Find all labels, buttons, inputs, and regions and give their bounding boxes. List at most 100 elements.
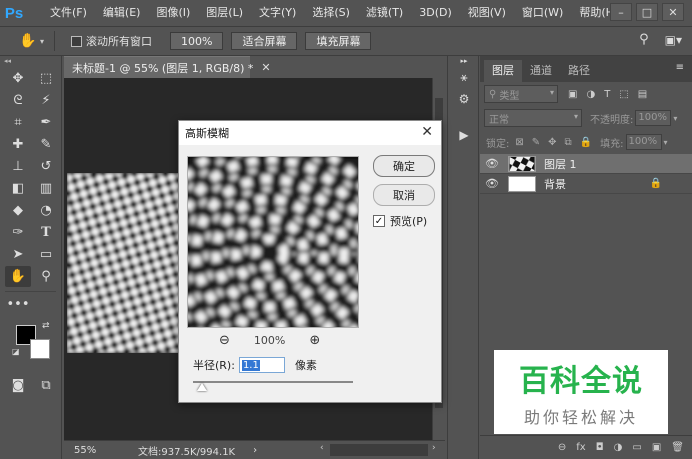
filter-kind-select[interactable]: ⚲ 类型 ▾ bbox=[484, 85, 558, 103]
dodge-tool-icon[interactable]: ◔ bbox=[33, 200, 59, 221]
path-selection-tool-icon[interactable]: ➤ bbox=[5, 244, 31, 265]
swap-colors-icon[interactable]: ⇄ bbox=[42, 321, 50, 331]
tab-channels[interactable]: 通道 bbox=[522, 60, 560, 82]
ok-button[interactable]: 确定 bbox=[373, 155, 435, 177]
adjustment-icon[interactable]: ◑ bbox=[614, 442, 623, 453]
dialog-title-bar[interactable]: 高斯模糊 ✕ bbox=[179, 121, 441, 145]
healing-brush-tool-icon[interactable]: ✚ bbox=[5, 134, 31, 155]
background-color-swatch[interactable] bbox=[30, 339, 50, 359]
workspace-icon[interactable]: ▣▾ bbox=[665, 33, 682, 47]
scroll-all-windows-checkbox[interactable]: 滚动所有窗口 bbox=[71, 33, 152, 49]
menu-edit[interactable]: 编辑(E) bbox=[95, 0, 149, 26]
default-colors-icon[interactable]: ◪ bbox=[12, 347, 20, 356]
menu-filter[interactable]: 滤镜(T) bbox=[358, 0, 411, 26]
tab-paths[interactable]: 路径 bbox=[560, 60, 598, 82]
fit-screen-button[interactable]: 适合屏幕 bbox=[231, 32, 298, 50]
lock-pixels-icon[interactable]: ✎ bbox=[532, 137, 540, 148]
zoom-level[interactable]: 55% bbox=[64, 445, 104, 456]
zoom-tool-icon[interactable]: ⚲ bbox=[33, 266, 59, 287]
zoom-100-button[interactable]: 100% bbox=[170, 32, 224, 50]
slider-thumb[interactable] bbox=[197, 383, 207, 391]
lock-position-icon[interactable]: ✥ bbox=[548, 137, 556, 148]
maximize-button[interactable]: □ bbox=[636, 3, 658, 21]
close-icon[interactable]: ✕ bbox=[261, 61, 270, 74]
pixel-filter-icon[interactable]: ▣ bbox=[568, 89, 577, 100]
pen-tool-icon[interactable]: ✑ bbox=[5, 222, 31, 243]
scroll-right-icon[interactable]: › bbox=[432, 443, 436, 453]
fill-input[interactable]: 100% bbox=[625, 134, 662, 150]
gradient-tool-icon[interactable]: ▥ bbox=[33, 178, 59, 199]
close-icon[interactable]: ✕ bbox=[421, 124, 433, 140]
checkmark-icon[interactable]: ✓ bbox=[373, 215, 385, 227]
close-button[interactable]: ✕ bbox=[662, 3, 684, 21]
zoom-out-icon[interactable]: ⊖ bbox=[219, 333, 230, 348]
preview-checkbox[interactable]: ✓ 预览(P) bbox=[373, 213, 427, 229]
radius-slider[interactable] bbox=[193, 381, 353, 391]
crop-tool-icon[interactable]: ⌗ bbox=[5, 112, 31, 133]
minimize-button[interactable]: – bbox=[610, 3, 632, 21]
eyedropper-tool-icon[interactable]: ✒ bbox=[33, 112, 59, 133]
move-tool-icon[interactable]: ✥ bbox=[5, 68, 31, 89]
eraser-tool-icon[interactable]: ◧ bbox=[5, 178, 31, 199]
checkbox-box[interactable] bbox=[71, 35, 83, 47]
trash-icon[interactable]: 🗑 bbox=[671, 442, 684, 453]
magic-wand-tool-icon[interactable]: ⚡ bbox=[33, 90, 59, 111]
menu-layer[interactable]: 图层(L) bbox=[198, 0, 251, 26]
panel-menu-icon[interactable]: ≡ bbox=[676, 62, 684, 73]
actions-panel-icon[interactable]: ▶ bbox=[448, 124, 480, 146]
fx-icon[interactable]: fx bbox=[576, 442, 585, 453]
hand-tool-preset-icon[interactable]: ✋ bbox=[18, 31, 38, 51]
filter-preview[interactable] bbox=[187, 156, 359, 328]
shape-filter-icon[interactable]: ⬚ bbox=[619, 89, 628, 100]
history-panel-icon[interactable]: ⚹ bbox=[448, 66, 480, 88]
history-brush-tool-icon[interactable]: ↺ bbox=[33, 156, 59, 177]
opacity-input[interactable]: 100% bbox=[635, 110, 672, 126]
screen-mode-icon[interactable]: ⧉ bbox=[33, 375, 59, 396]
lock-transparent-icon[interactable]: ⊠ bbox=[515, 137, 523, 148]
clone-stamp-tool-icon[interactable]: ⊥ bbox=[5, 156, 31, 177]
tools-collapse-icon[interactable]: ◂◂ bbox=[0, 56, 61, 66]
more-tools-icon[interactable]: ••• bbox=[5, 294, 31, 315]
horizontal-scrollbar[interactable] bbox=[330, 444, 428, 456]
rectangle-tool-icon[interactable]: ▭ bbox=[33, 244, 59, 265]
lock-all-icon[interactable]: 🔒 bbox=[580, 137, 592, 148]
expand-panels-icon[interactable]: ▸▸ bbox=[448, 56, 480, 66]
blend-mode-select[interactable]: 正常 ▾ bbox=[484, 109, 582, 127]
adjustment-filter-icon[interactable]: ◑ bbox=[586, 89, 595, 100]
chevron-down-icon[interactable]: ▾ bbox=[664, 138, 668, 147]
menu-select[interactable]: 选择(S) bbox=[304, 0, 358, 26]
chevron-down-icon[interactable]: ▾ bbox=[673, 114, 677, 123]
scroll-left-icon[interactable]: ‹ bbox=[320, 443, 324, 453]
layer-row[interactable]: 👁 背景 🔒 bbox=[480, 174, 692, 194]
chevron-down-icon[interactable]: ▾ bbox=[40, 37, 44, 46]
eye-icon[interactable]: 👁 bbox=[480, 177, 504, 190]
menu-view[interactable]: 视图(V) bbox=[460, 0, 514, 26]
smart-object-filter-icon[interactable]: ▤ bbox=[638, 89, 647, 100]
layer-row[interactable]: 👁 图层 1 bbox=[480, 154, 692, 174]
fill-screen-button[interactable]: 填充屏幕 bbox=[305, 32, 372, 50]
eye-icon[interactable]: 👁 bbox=[480, 157, 504, 170]
brush-tool-icon[interactable]: ✎ bbox=[33, 134, 59, 155]
zoom-in-icon[interactable]: ⊕ bbox=[309, 333, 320, 348]
hand-tool-icon[interactable]: ✋ bbox=[5, 266, 31, 287]
menu-file[interactable]: 文件(F) bbox=[42, 0, 95, 26]
menu-image[interactable]: 图像(I) bbox=[148, 0, 198, 26]
link-icon[interactable]: ⊖ bbox=[558, 442, 566, 453]
menu-type[interactable]: 文字(Y) bbox=[251, 0, 304, 26]
new-layer-icon[interactable]: ▣ bbox=[652, 442, 661, 453]
tab-layers[interactable]: 图层 bbox=[484, 60, 522, 82]
group-icon[interactable]: ▭ bbox=[632, 442, 641, 453]
chevron-right-icon[interactable]: › bbox=[253, 445, 257, 456]
search-icon[interactable]: ⚲ bbox=[639, 32, 649, 47]
type-tool-icon[interactable]: T bbox=[33, 222, 59, 243]
mask-icon[interactable]: ◘ bbox=[596, 442, 604, 453]
marquee-tool-icon[interactable]: ⬚ bbox=[33, 68, 59, 89]
blur-tool-icon[interactable]: ◆ bbox=[5, 200, 31, 221]
radius-input[interactable]: 1.1 bbox=[238, 357, 285, 373]
document-tab[interactable]: 未标题-1 @ 55% (图层 1, RGB/8) * ✕ bbox=[64, 56, 271, 78]
menu-window[interactable]: 窗口(W) bbox=[514, 0, 571, 26]
menu-3d[interactable]: 3D(D) bbox=[411, 0, 460, 26]
quick-mask-icon[interactable]: ◙ bbox=[5, 375, 31, 396]
type-filter-icon[interactable]: T bbox=[604, 89, 610, 100]
cancel-button[interactable]: 取消 bbox=[373, 184, 435, 206]
